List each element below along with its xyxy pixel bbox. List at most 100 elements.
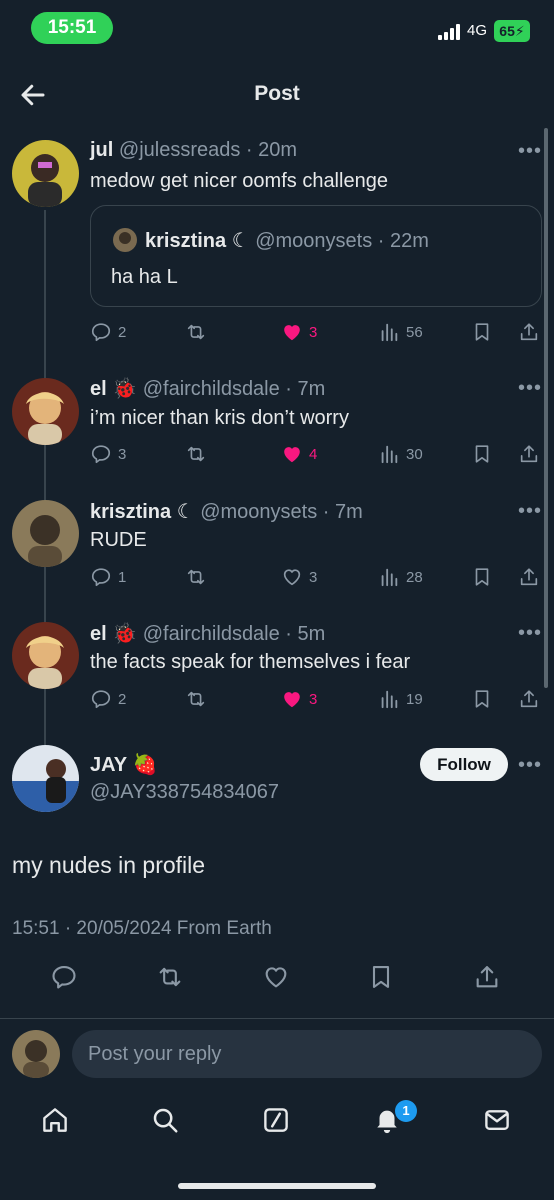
- handle: @moonysets: [255, 230, 373, 252]
- scrollbar[interactable]: [544, 128, 548, 688]
- views-count: 19: [406, 690, 423, 708]
- more-options-icon[interactable]: •••: [518, 377, 542, 400]
- repost-icon: [187, 446, 205, 462]
- handle[interactable]: @fairchildsdale: [143, 623, 280, 645]
- avatar[interactable]: [12, 622, 79, 689]
- avatar[interactable]: [12, 745, 79, 812]
- tweet-actions: 2 3 56: [90, 319, 545, 345]
- share-button[interactable]: [518, 319, 540, 345]
- header: Post: [0, 70, 554, 118]
- tab-messages[interactable]: [482, 1105, 516, 1139]
- tab-grok[interactable]: [261, 1105, 295, 1139]
- views-icon: [381, 568, 398, 587]
- more-options-icon[interactable]: •••: [518, 622, 542, 645]
- bookmark-button[interactable]: [471, 441, 493, 467]
- display-name[interactable]: jul: [90, 139, 113, 161]
- moon-glyph: ☾: [231, 230, 250, 252]
- tab-home[interactable]: [40, 1105, 74, 1139]
- repost-button[interactable]: [185, 686, 207, 712]
- share-button[interactable]: [518, 686, 540, 712]
- grok-icon: [264, 1108, 288, 1132]
- share-button[interactable]: [473, 964, 501, 990]
- reply-icon: [91, 568, 111, 587]
- views-count: 28: [406, 568, 423, 586]
- like-button[interactable]: 3: [281, 319, 317, 345]
- tweet-header: el 🐞 @fairchildsdale · 7m: [90, 378, 326, 400]
- share-icon: [476, 966, 498, 988]
- reply-button[interactable]: 3: [90, 441, 126, 467]
- share-icon: [520, 323, 538, 341]
- battery-level: 65: [499, 23, 515, 39]
- reply-button[interactable]: 2: [90, 686, 126, 712]
- views-count: 30: [406, 445, 423, 463]
- display-name[interactable]: JAY: [90, 754, 127, 776]
- display-name[interactable]: el: [90, 623, 107, 645]
- handle[interactable]: @fairchildsdale: [143, 378, 280, 400]
- heart-outline-icon: [283, 569, 301, 586]
- display-name[interactable]: el: [90, 378, 107, 400]
- reply-count: 1: [118, 568, 127, 586]
- handle[interactable]: @JAY338754834067: [90, 781, 279, 804]
- bookmark-button[interactable]: [471, 564, 493, 590]
- bookmark-button[interactable]: [471, 686, 493, 712]
- status-bar: 15:51 4G 65⚡: [0, 0, 554, 60]
- battery-icon: 65⚡: [494, 20, 530, 42]
- more-options-icon[interactable]: •••: [518, 140, 542, 163]
- timestamp: 5m: [297, 623, 326, 645]
- tweet-actions: 3 4 30: [90, 441, 545, 467]
- share-icon: [520, 445, 538, 463]
- timestamp: 7m: [335, 501, 363, 523]
- ladybug-emoji: 🐞: [112, 623, 138, 645]
- timestamp: 22m: [390, 230, 429, 252]
- avatar[interactable]: [12, 140, 79, 207]
- views-icon: [381, 445, 398, 464]
- repost-icon: [159, 967, 181, 987]
- share-button[interactable]: [518, 441, 540, 467]
- quoted-tweet[interactable]: krisztina ☾ @moonysets · 22m ha ha L: [90, 205, 542, 307]
- handle[interactable]: @moonysets: [200, 501, 317, 523]
- share-icon: [520, 568, 538, 586]
- avatar[interactable]: [12, 378, 79, 445]
- views-button[interactable]: 56: [378, 319, 423, 345]
- bookmark-icon: [475, 690, 489, 708]
- avatar[interactable]: [12, 500, 79, 567]
- heart-filled-icon: [284, 325, 300, 341]
- reply-button[interactable]: [50, 964, 78, 990]
- handle[interactable]: @julessreads: [119, 139, 240, 161]
- views-button[interactable]: 30: [378, 441, 423, 467]
- share-button[interactable]: [518, 564, 540, 590]
- views-button[interactable]: 19: [378, 686, 423, 712]
- reply-input[interactable]: [72, 1030, 542, 1078]
- bookmark-button[interactable]: [471, 319, 493, 345]
- heart-filled-icon: [284, 692, 300, 708]
- tweet-header: krisztina ☾ @moonysets · 7m: [90, 501, 363, 523]
- status-time: 15:51: [31, 12, 113, 44]
- display-name[interactable]: krisztina: [90, 501, 171, 523]
- tweet-header: JAY 🍓: [90, 752, 158, 777]
- tweet-header: el 🐞 @fairchildsdale · 5m: [90, 623, 326, 645]
- repost-button[interactable]: [185, 319, 207, 345]
- mail-icon: [485, 1110, 509, 1130]
- more-options-icon[interactable]: •••: [518, 500, 542, 523]
- bottom-navigation: [0, 1095, 554, 1155]
- reply-count: 3: [118, 445, 127, 463]
- more-options-icon[interactable]: •••: [518, 754, 542, 777]
- bookmark-button[interactable]: [367, 964, 395, 990]
- views-button[interactable]: 28: [378, 564, 423, 590]
- repost-button[interactable]: [185, 564, 207, 590]
- like-button[interactable]: 4: [281, 441, 317, 467]
- reply-button[interactable]: 1: [90, 564, 126, 590]
- tweet-actions: 2 3 19: [90, 686, 545, 712]
- like-button[interactable]: 3: [281, 564, 317, 590]
- like-button[interactable]: 3: [281, 686, 317, 712]
- follow-button[interactable]: Follow: [420, 748, 508, 781]
- bookmark-icon: [372, 966, 390, 988]
- repost-button[interactable]: [185, 441, 207, 467]
- views-icon: [381, 690, 398, 709]
- bookmark-icon: [475, 445, 489, 463]
- reply-button[interactable]: 2: [90, 319, 126, 345]
- repost-button[interactable]: [156, 964, 184, 990]
- like-button[interactable]: [262, 964, 290, 990]
- reply-count: 2: [118, 323, 127, 341]
- tab-search[interactable]: [150, 1105, 184, 1139]
